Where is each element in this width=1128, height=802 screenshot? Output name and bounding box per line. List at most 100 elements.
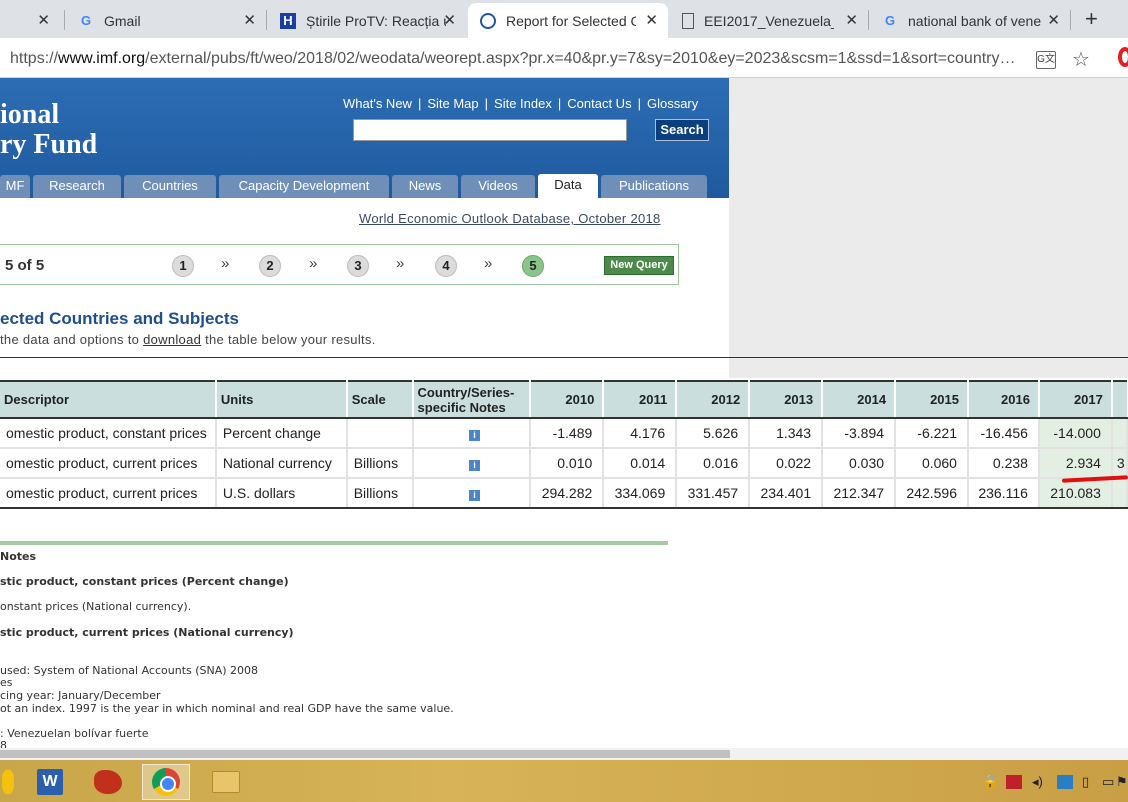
link-whats-new[interactable]: What's New	[343, 96, 412, 111]
weo-database-link[interactable]: World Economic Outlook Database, October…	[359, 211, 661, 226]
document-icon	[682, 12, 694, 29]
nav-tab-videos[interactable]: Videos	[461, 175, 535, 198]
taskbar-chrome[interactable]	[142, 764, 190, 800]
scrollbar-thumb[interactable]	[0, 750, 730, 758]
close-tab-icon[interactable]: ✕	[243, 11, 256, 29]
new-query-button[interactable]: New Query	[604, 256, 674, 275]
opera-extension-icon[interactable]	[1118, 47, 1128, 67]
battery-icon[interactable]: ▯	[1082, 774, 1089, 790]
tab-title: Report for Selected Co	[506, 12, 636, 29]
url-text[interactable]: https://www.imf.org/external/pubs/ft/weo…	[10, 50, 1015, 68]
notes-heading: Notes	[0, 550, 37, 563]
table-row: omestic product, current prices U.S. dol…	[0, 478, 1128, 509]
step-4[interactable]: 4	[435, 255, 457, 277]
tab-eei-pdf[interactable]: EEI2017_Venezuela_en ✕	[670, 3, 868, 38]
monitor-icon[interactable]: ▭	[1102, 774, 1114, 790]
descriptor-cell[interactable]: omestic product, current prices	[0, 478, 217, 509]
value-cell: 4.176	[603, 418, 678, 449]
col-descriptor: Descriptor	[0, 380, 217, 419]
close-tab-icon[interactable]: ✕	[443, 11, 456, 29]
link-site-map[interactable]: Site Map	[427, 96, 478, 111]
protv-favicon-icon: H	[280, 12, 296, 29]
horizontal-scrollbar[interactable]	[0, 748, 1128, 760]
overflow-cell: 3	[1111, 448, 1128, 479]
tab-national-bank[interactable]: G national bank of vene ✕	[870, 3, 1070, 38]
info-icon[interactable]: i	[468, 490, 480, 501]
note-line: onstant prices (National currency).	[0, 600, 192, 613]
nav-tab-data[interactable]: Data	[538, 174, 598, 199]
chevron-icon: »	[221, 255, 230, 272]
step-5[interactable]: 5	[522, 255, 544, 277]
value-cell: 0.060	[895, 448, 969, 479]
nav-tab-capacity-development[interactable]: Capacity Development	[219, 175, 389, 198]
value-cell: 331.457	[676, 478, 751, 509]
address-bar[interactable]: https://www.imf.org/external/pubs/ft/weo…	[0, 42, 1104, 74]
close-tab-icon[interactable]: ✕	[845, 11, 858, 29]
note-line: ot an index. 1997 is the year in which n…	[0, 702, 454, 715]
taskbar-file-explorer[interactable]	[202, 764, 250, 800]
table-row: omestic product, constant prices Percent…	[0, 418, 1128, 449]
info-icon[interactable]: i	[468, 430, 480, 441]
flag-icon[interactable]: ⚑	[1116, 774, 1128, 790]
notes-cell: i	[412, 448, 532, 479]
security-icon[interactable]: 🔒	[982, 774, 998, 790]
descriptor-cell[interactable]: omestic product, current prices	[0, 448, 217, 479]
scale-cell: Billions	[346, 448, 414, 479]
nav-tab-news[interactable]: News	[392, 175, 458, 198]
nav-tab-countries[interactable]: Countries	[124, 175, 216, 198]
chrome-icon	[152, 768, 180, 796]
close-tab-icon[interactable]: ✕	[1047, 11, 1060, 29]
taskbar-paint[interactable]	[84, 764, 132, 800]
link-site-index[interactable]: Site Index	[494, 96, 552, 111]
note-line: cing year: January/December	[0, 689, 161, 702]
top-links: What's New | Site Map | Site Index | Contact U…	[343, 96, 699, 111]
download-link[interactable]: download	[143, 332, 201, 347]
step-2[interactable]: 2	[259, 255, 281, 277]
nav-tab-imf[interactable]: MF	[0, 175, 30, 198]
imf-header: ional ry Fund What's New | Site Map | Site I…	[0, 78, 729, 199]
nav-tab-research[interactable]: Research	[33, 175, 121, 198]
chevron-icon: »	[396, 255, 405, 272]
value-cell: 242.596	[895, 478, 969, 509]
bookmark-star-icon[interactable]: ☆	[1072, 47, 1090, 72]
taskbar-word[interactable]: W	[26, 764, 74, 800]
step-3[interactable]: 3	[347, 255, 369, 277]
link-contact-us[interactable]: Contact Us	[567, 96, 631, 111]
nav-tab-publications[interactable]: Publications	[601, 175, 707, 198]
volume-icon[interactable]: ◂)	[1032, 774, 1043, 790]
search-button[interactable]: Search	[655, 119, 709, 141]
value-cell: 1.343	[749, 418, 824, 449]
overflow-cell	[1111, 418, 1128, 449]
table-row: omestic product, current prices National…	[0, 448, 1128, 479]
link-glossary[interactable]: Glossary	[647, 96, 698, 111]
close-tab-icon[interactable]: ✕	[37, 11, 50, 29]
tab-gmail[interactable]: G Gmail ✕	[66, 3, 266, 38]
search-input[interactable]	[353, 119, 627, 141]
descriptor-cell[interactable]: omestic product, constant prices	[0, 418, 217, 449]
tab-protv[interactable]: H Știrile ProTV: Reacția u ✕	[268, 3, 466, 38]
imf-favicon-icon	[480, 12, 496, 29]
tab-0[interactable]: ✕	[0, 3, 64, 38]
network-icon[interactable]	[1057, 775, 1073, 789]
value-cell: 2.934	[1038, 448, 1113, 479]
tab-title: national bank of vene	[908, 12, 1042, 29]
tab-imf-report[interactable]: Report for Selected Co ✕	[468, 3, 668, 38]
imf-logo[interactable]: ional ry Fund	[0, 100, 97, 160]
value-cell: 0.016	[676, 448, 751, 479]
chevron-icon: »	[309, 255, 318, 272]
close-tab-icon[interactable]: ✕	[645, 11, 658, 29]
col-2017: 2017	[1038, 380, 1113, 419]
value-cell: -14.000	[1038, 418, 1113, 449]
notes-cell: i	[412, 478, 532, 509]
value-cell: 0.014	[603, 448, 678, 479]
value-cell: 294.282	[530, 478, 605, 509]
translate-icon[interactable]: G文	[1036, 51, 1056, 69]
scale-cell: Billions	[346, 478, 414, 509]
step-1[interactable]: 1	[172, 255, 194, 277]
antivirus-icon[interactable]	[1006, 775, 1022, 789]
new-tab-button[interactable]: +	[1085, 6, 1098, 32]
value-cell: -3.894	[822, 418, 897, 449]
info-icon[interactable]: i	[468, 460, 480, 471]
section-subtitle: the data and options to download the tab…	[0, 332, 376, 347]
tab-title: Gmail	[104, 12, 141, 29]
